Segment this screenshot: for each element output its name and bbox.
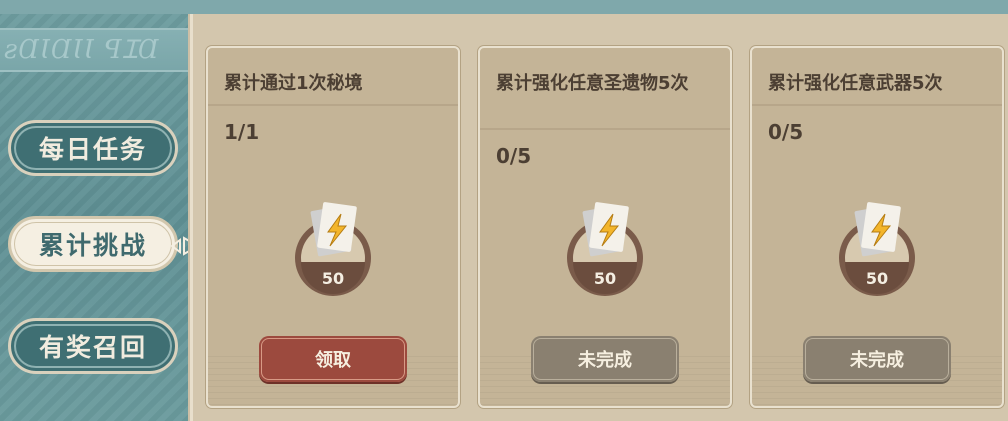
tab-label: 有奖召回 (38, 333, 147, 362)
card-divider (208, 104, 458, 106)
card-progress: 1/1 (224, 120, 260, 144)
sidebar: ꙅⱭꙆⱭꙆꙆ ꟼꞮⱭ 每日任务 累计挑战 有奖召回 (0, 0, 201, 421)
card-title: 累计强化任意武器5次 (768, 73, 943, 94)
lightning-ticket-icon: 50 (295, 202, 371, 296)
tab-reward-recall[interactable]: 有奖召回 (8, 318, 178, 374)
incomplete-button[interactable]: 未完成 (803, 336, 951, 382)
main-panel: 累计通过1次秘境 1/1 50 领取 累计强化任意圣遗物5次 0/5 50 未完… (188, 0, 1008, 421)
tab-cumulative-challenge[interactable]: 累计挑战 (8, 216, 178, 272)
claim-button[interactable]: 领取 (259, 336, 407, 382)
card-divider (752, 104, 1002, 106)
challenge-card: 累计强化任意武器5次 0/5 50 未完成 (750, 46, 1004, 408)
challenge-card: 累计通过1次秘境 1/1 50 领取 (206, 46, 460, 408)
decorative-ribbon: ꙅⱭꙆⱭꙆꙆ ꟼꞮⱭ (0, 28, 188, 72)
card-title: 累计通过1次秘境 (224, 73, 363, 94)
reward-amount: 50 (594, 269, 616, 288)
tab-label: 每日任务 (38, 135, 147, 164)
card-divider (480, 128, 730, 130)
top-frame (188, 0, 1008, 14)
card-progress: 0/5 (496, 144, 532, 168)
card-title: 累计强化任意圣遗物5次 (496, 73, 689, 94)
tab-label: 累计挑战 (38, 231, 147, 260)
top-band (0, 0, 188, 14)
reward-amount: 50 (866, 269, 888, 288)
incomplete-button[interactable]: 未完成 (531, 336, 679, 382)
lightning-ticket-icon: 50 (839, 202, 915, 296)
card-progress: 0/5 (768, 120, 804, 144)
reward-amount: 50 (322, 269, 344, 288)
tab-daily-tasks[interactable]: 每日任务 (8, 120, 178, 176)
challenge-card: 累计强化任意圣遗物5次 0/5 50 未完成 (478, 46, 732, 408)
lightning-ticket-icon: 50 (567, 202, 643, 296)
